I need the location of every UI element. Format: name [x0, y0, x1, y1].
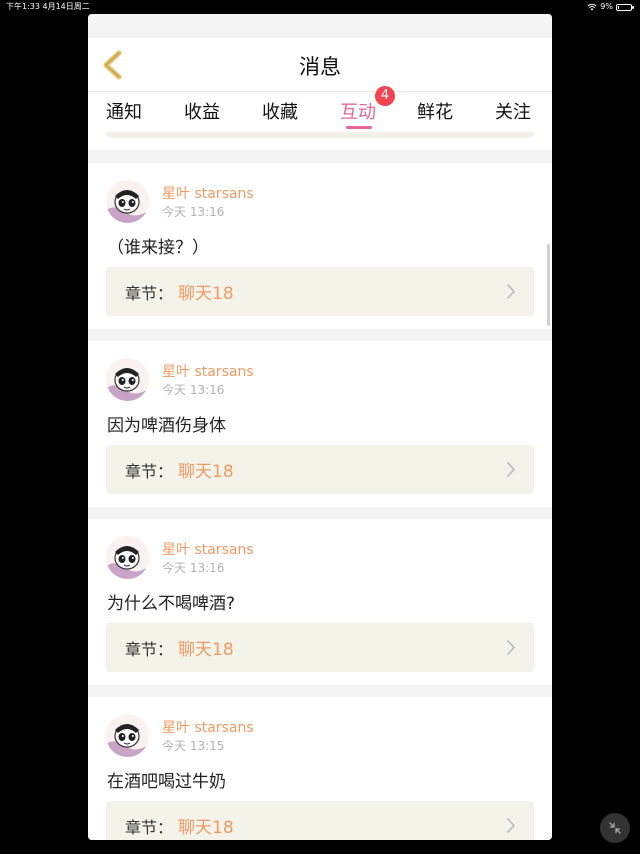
message-content: 在酒吧喝过牛奶 [107, 772, 226, 792]
chapter-name: 聊天18 [178, 284, 234, 304]
avatar-image [106, 180, 149, 223]
message-content: 为什么不喝啤酒? [107, 594, 236, 614]
tab-earnings[interactable]: 收益 [184, 98, 220, 124]
message-card: 星叶 starsans 今天 13:16 为什么不喝啤酒? 章节： 聊天18 [88, 519, 552, 685]
username[interactable]: 星叶 starsans [162, 717, 254, 737]
chapter-link[interactable]: 章节： 聊天18 [106, 445, 534, 494]
battery-level [618, 5, 619, 9]
chapter-link[interactable]: 章节： 聊天18 [106, 623, 534, 672]
chapter-name: 聊天18 [178, 462, 234, 482]
chapter-name: 聊天18 [178, 818, 234, 838]
message-card: 星叶 starsans 今天 13:16 （谁来接？） 章节： 聊天18 [88, 163, 552, 329]
avatar-image [106, 358, 149, 401]
nav-bar: 消息 [88, 38, 552, 92]
tab-notifications[interactable]: 通知 [106, 98, 142, 124]
username[interactable]: 星叶 starsans [162, 361, 254, 381]
status-right: 9% [587, 0, 634, 14]
message-content: 因为啤酒伤身体 [107, 416, 226, 436]
status-bar: 下午1:33 4月14日周二 9% [0, 0, 640, 14]
chapter-link[interactable]: 章节： 聊天18 [106, 801, 534, 840]
chapter-label: 章节： [125, 462, 174, 481]
previous-chapter-box [106, 132, 534, 138]
tab-bar: 通知 收益 收藏 互动 鲜花 关注 [88, 92, 552, 136]
chapter-link[interactable]: 章节： 聊天18 [106, 267, 534, 316]
avatar[interactable] [106, 714, 149, 757]
avatar[interactable] [106, 536, 149, 579]
chevron-right-icon [507, 462, 515, 477]
message-time: 今天 13:16 [162, 383, 225, 397]
battery-percent: 9% [600, 2, 613, 11]
chevron-right-icon [507, 640, 515, 655]
username[interactable]: 星叶 starsans [162, 183, 254, 203]
avatar[interactable] [106, 358, 149, 401]
collapse-icon [609, 822, 621, 834]
tab-flowers[interactable]: 鲜花 [417, 98, 453, 124]
avatar-image [106, 714, 149, 757]
battery-icon [616, 3, 634, 11]
chapter-label: 章节： [125, 284, 174, 303]
wifi-icon [587, 3, 597, 11]
message-panel: 消息 通知 收益 收藏 互动 鲜花 关注 4 星叶 starsans 今天 13… [88, 14, 552, 840]
status-time-date: 下午1:33 4月14日周二 [6, 2, 90, 11]
message-time: 今天 13:16 [162, 561, 225, 575]
chapter-label: 章节： [125, 818, 174, 837]
tab-interactions[interactable]: 互动 [340, 98, 376, 124]
chapter-name: 聊天18 [178, 640, 234, 660]
scrollbar[interactable] [547, 244, 550, 326]
username[interactable]: 星叶 starsans [162, 539, 254, 559]
page-title: 消息 [299, 55, 341, 79]
previous-card-remainder [88, 136, 552, 150]
top-strip [88, 14, 552, 38]
chapter-label: 章节： [125, 640, 174, 659]
tab-following[interactable]: 关注 [495, 98, 531, 124]
tab-favorites[interactable]: 收藏 [262, 98, 298, 124]
message-card: 星叶 starsans 今天 13:16 因为啤酒伤身体 章节： 聊天18 [88, 341, 552, 507]
message-content: （谁来接？） [107, 238, 209, 258]
chevron-right-icon [507, 818, 515, 833]
interactions-badge: 4 [375, 86, 395, 106]
message-time: 今天 13:15 [162, 739, 225, 753]
active-tab-underline [346, 126, 372, 129]
message-card: 星叶 starsans 今天 13:15 在酒吧喝过牛奶 章节： 聊天18 [88, 697, 552, 840]
chevron-right-icon [507, 284, 515, 299]
avatar-image [106, 536, 149, 579]
message-time: 今天 13:16 [162, 205, 225, 219]
collapse-button[interactable] [600, 813, 630, 843]
avatar[interactable] [106, 180, 149, 223]
